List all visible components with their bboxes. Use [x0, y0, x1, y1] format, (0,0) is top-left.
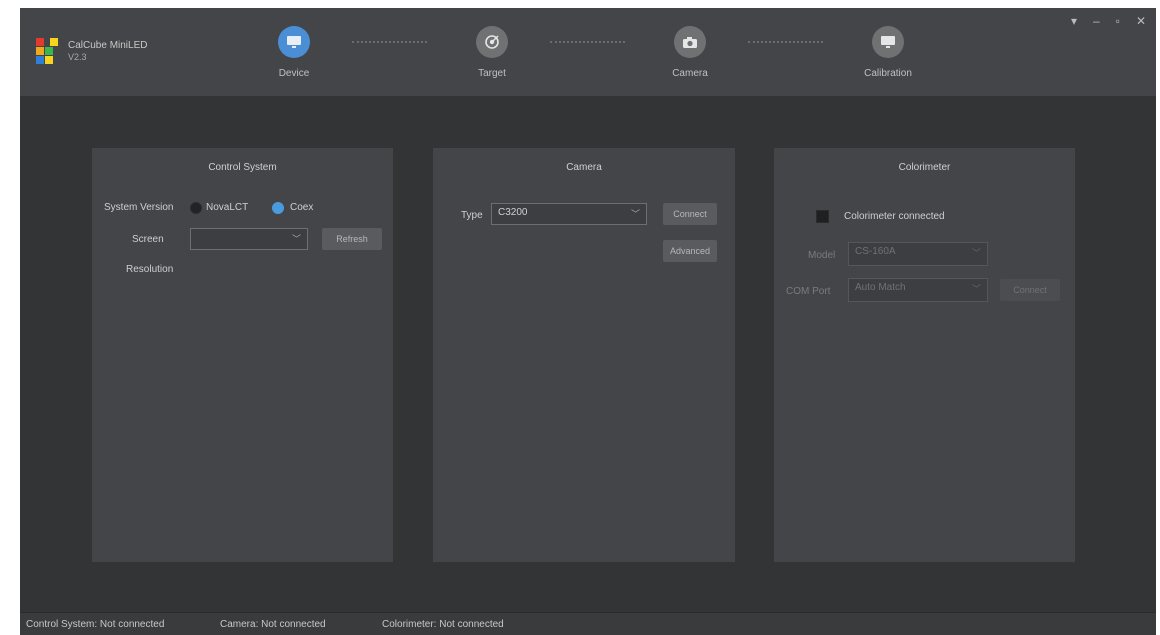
window-controls: ▾ – ▫ ✕: [1071, 14, 1146, 28]
refresh-button[interactable]: Refresh: [322, 228, 382, 250]
camera-panel: Camera Type C3200 ﹀ Connect Advanced: [433, 148, 735, 562]
control-system-panel: Control System System Version NovaLCT Co…: [92, 148, 393, 562]
chevron-down-icon: ﹀: [971, 284, 981, 294]
step-label: Target: [478, 68, 506, 79]
chevron-down-icon: ﹀: [630, 209, 640, 219]
com-port-label: COM Port: [786, 286, 831, 297]
app-version: V2.3: [68, 52, 87, 62]
title-bar: CalCube MiniLED V2.3 Device Target Camer…: [20, 8, 1156, 96]
step-connector: [550, 41, 625, 43]
step-device[interactable]: Device: [254, 26, 334, 79]
step-label: Calibration: [864, 68, 912, 79]
radio-coex-label[interactable]: Coex: [290, 202, 313, 213]
panel-title: Control System: [208, 162, 277, 173]
monitor-icon: [278, 26, 310, 58]
colorimeter-panel: Colorimeter Colorimeter connected Model …: [774, 148, 1075, 562]
advanced-button[interactable]: Advanced: [663, 240, 717, 262]
step-calibration[interactable]: Calibration: [848, 26, 928, 79]
radio-coex[interactable]: [272, 202, 284, 214]
app-logo-icon: [36, 38, 58, 64]
status-bar: Control System: Not connected Camera: No…: [20, 612, 1156, 635]
screen-select[interactable]: ﹀: [190, 228, 308, 250]
model-value: CS-160A: [855, 246, 896, 257]
model-select[interactable]: CS-160A ﹀: [848, 242, 988, 266]
camera-type-value: C3200: [498, 207, 528, 218]
resolution-label: Resolution: [126, 264, 174, 275]
close-icon[interactable]: ✕: [1136, 14, 1146, 28]
minimize-icon[interactable]: –: [1093, 14, 1100, 28]
camera-icon: [674, 26, 706, 58]
maximize-icon[interactable]: ▫: [1116, 14, 1120, 28]
target-icon: [476, 26, 508, 58]
radio-novalct-label[interactable]: NovaLCT: [206, 202, 248, 213]
status-control-system: Control System: Not connected: [26, 619, 165, 630]
step-camera[interactable]: Camera: [650, 26, 730, 79]
panel-title: Colorimeter: [898, 162, 951, 173]
com-port-value: Auto Match: [855, 282, 906, 293]
step-label: Device: [278, 68, 310, 79]
display-icon: [872, 26, 904, 58]
radio-novalct[interactable]: [190, 202, 202, 214]
colorimeter-connect-button[interactable]: Connect: [1000, 279, 1060, 301]
panel-title: Camera: [566, 162, 602, 173]
screen-label: Screen: [132, 234, 164, 245]
camera-type-select[interactable]: C3200 ﹀: [491, 203, 647, 225]
model-label: Model: [808, 250, 836, 261]
app-window: CalCube MiniLED V2.3 Device Target Camer…: [20, 8, 1156, 635]
status-colorimeter: Colorimeter: Not connected: [382, 619, 504, 630]
menu-icon[interactable]: ▾: [1071, 14, 1077, 28]
app-name: CalCube MiniLED: [68, 40, 148, 51]
type-label: Type: [461, 210, 483, 221]
step-target[interactable]: Target: [452, 26, 532, 79]
step-label: Camera: [672, 68, 708, 79]
step-connector: [352, 41, 427, 43]
camera-connect-button[interactable]: Connect: [663, 203, 717, 225]
system-version-label: System Version: [104, 202, 174, 213]
status-camera: Camera: Not connected: [220, 619, 326, 630]
com-port-select[interactable]: Auto Match ﹀: [848, 278, 988, 302]
chevron-down-icon: ﹀: [971, 248, 981, 258]
colorimeter-checkbox-label[interactable]: Colorimeter connected: [844, 211, 945, 222]
colorimeter-checkbox[interactable]: [816, 210, 829, 223]
chevron-down-icon: ﹀: [291, 234, 301, 244]
step-connector: [748, 41, 823, 43]
